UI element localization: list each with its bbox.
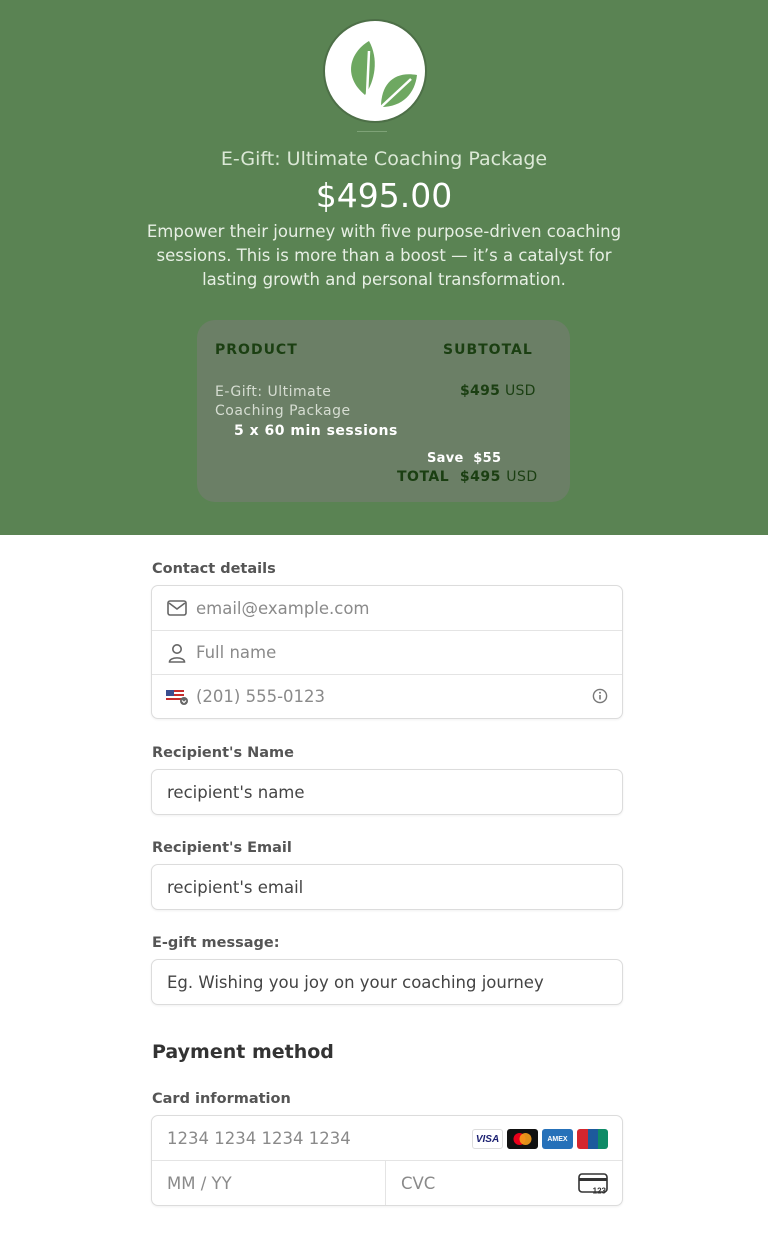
total-amount: $495	[459, 469, 501, 485]
recipient-name-label: Recipient's Name	[152, 745, 294, 761]
unionpay-icon	[577, 1129, 608, 1149]
column-header-product: PRODUCT	[215, 342, 298, 358]
email-field[interactable]: email@example.com	[152, 586, 622, 630]
card-expiry-cvc-row: MM / YY CVC 123	[152, 1160, 622, 1205]
cvc-card-icon: 123	[578, 1173, 608, 1199]
mail-icon	[166, 597, 188, 619]
cvc-placeholder: CVC	[401, 1173, 436, 1193]
visa-icon: VISA	[472, 1129, 503, 1149]
us-flag-icon[interactable]	[166, 686, 188, 708]
savings-label: Save	[427, 451, 464, 466]
recipient-name-value: recipient's name	[167, 782, 305, 802]
savings-line: Save $55	[427, 451, 501, 466]
mastercard-icon	[507, 1129, 538, 1149]
recipient-email-input[interactable]: recipient's email	[151, 864, 623, 910]
full-name-field[interactable]: Full name	[152, 630, 622, 674]
card-number-placeholder: 1234 1234 1234 1234	[167, 1128, 351, 1148]
line-item-price: $495	[460, 383, 501, 399]
recipient-email-value: recipient's email	[167, 877, 304, 897]
card-number-input[interactable]: 1234 1234 1234 1234 VISA AMEX	[152, 1116, 622, 1160]
savings-amount: $55	[473, 451, 502, 466]
product-title: E-Gift: Ultimate Coaching Package	[220, 148, 548, 170]
person-icon	[166, 642, 188, 664]
gift-message-input[interactable]: Eg. Wishing you joy on your coaching jou…	[151, 959, 623, 1005]
email-placeholder: email@example.com	[196, 598, 370, 618]
total-currency: USD	[506, 469, 538, 485]
contact-details-label: Contact details	[152, 561, 276, 577]
recipient-email-label: Recipient's Email	[152, 840, 292, 856]
phone-placeholder: (201) 555-0123	[196, 687, 326, 706]
line-item-currency: USD	[504, 383, 536, 399]
total-line: TOTAL $495 USD	[397, 469, 538, 485]
column-header-subtotal: SUBTOTAL	[443, 342, 533, 358]
payment-method-title: Payment method	[152, 1041, 334, 1063]
logo	[323, 19, 427, 123]
card-brand-icons: VISA AMEX	[472, 1129, 608, 1149]
recipient-name-input[interactable]: recipient's name	[151, 769, 623, 815]
order-summary: PRODUCT SUBTOTAL E-Gift: Ultimate Coachi…	[197, 320, 570, 502]
divider	[357, 131, 387, 132]
total-label: TOTAL	[397, 469, 450, 485]
product-header: E-Gift: Ultimate Coaching Package $495.0…	[0, 0, 768, 535]
line-item-detail: 5 x 60 min sessions	[234, 423, 398, 439]
product-description: Empower their journey with five purpose-…	[146, 222, 622, 289]
full-name-placeholder: Full name	[196, 643, 277, 662]
contact-details-group: email@example.com Full name (201) 555-01…	[151, 585, 623, 719]
phone-field[interactable]: (201) 555-0123	[152, 674, 622, 718]
amex-icon: AMEX	[542, 1129, 573, 1149]
cvc-input[interactable]: CVC 123	[386, 1161, 622, 1205]
cvc-icon-text: 123	[593, 1187, 607, 1196]
gift-message-value: Eg. Wishing you joy on your coaching jou…	[167, 972, 544, 992]
leaf-icon	[351, 41, 417, 108]
line-item-name: E-Gift: Ultimate Coaching Package	[215, 384, 351, 419]
info-icon[interactable]	[592, 688, 608, 708]
line-item-amount: $495 USD	[460, 383, 536, 399]
product-price: $495.00	[315, 176, 453, 215]
card-information-group: 1234 1234 1234 1234 VISA AMEX MM / YY CV…	[151, 1115, 623, 1206]
gift-message-label: E-gift message:	[152, 935, 280, 951]
expiry-input[interactable]: MM / YY	[152, 1161, 386, 1205]
card-information-label: Card information	[152, 1091, 291, 1107]
expiry-placeholder: MM / YY	[167, 1173, 232, 1193]
